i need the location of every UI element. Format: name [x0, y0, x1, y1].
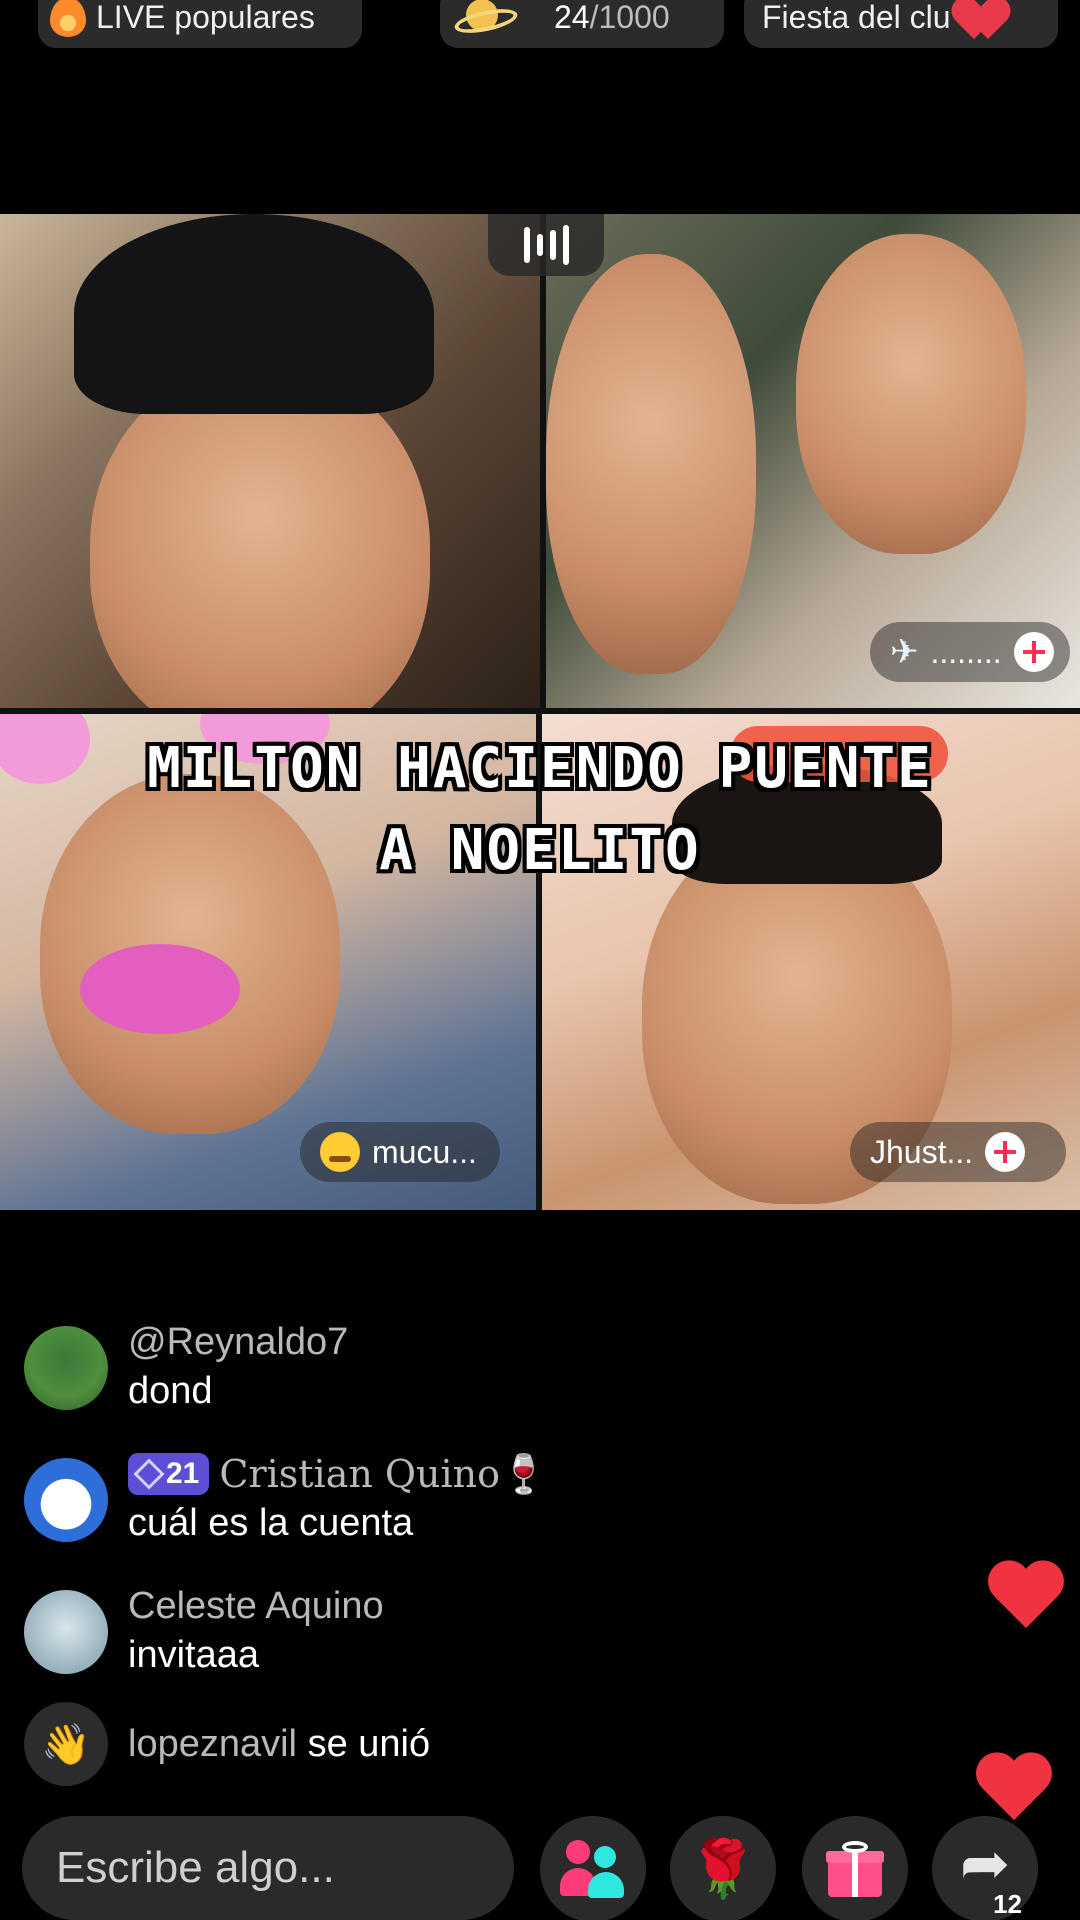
guest-tag[interactable]: ✈ ........	[870, 622, 1070, 682]
goal-counter: 24/1000	[554, 0, 670, 36]
top-bar: LIVE populares 24/1000 Fiesta del clu	[0, 0, 1080, 60]
diamond-icon	[133, 1458, 165, 1490]
goal-counter-pill[interactable]: 24/1000	[440, 0, 724, 48]
goal-count-total: /1000	[589, 0, 670, 35]
level-number: 21	[166, 1457, 200, 1490]
share-arrow-icon: ➦	[959, 1830, 1011, 1897]
guest-tag[interactable]: Jhust...	[850, 1122, 1066, 1182]
guest-tag-label: mucu...	[372, 1133, 477, 1170]
wave-hand-icon: 👋	[24, 1702, 108, 1786]
planet-icon	[454, 0, 510, 37]
overlay-caption: MILTON HACIENDO PUENTE A NOELITO	[0, 728, 1080, 892]
live-popular-pill[interactable]: LIVE populares	[38, 0, 362, 48]
bottom-bar: Escribe algo... 🌹 ➦ 12	[0, 1816, 1080, 1920]
video-tile-host[interactable]	[0, 214, 540, 708]
follow-plus-icon[interactable]	[1013, 632, 1054, 672]
guest-tag[interactable]: mucu...	[300, 1122, 500, 1182]
join-username[interactable]: lopeznavil	[128, 1723, 297, 1765]
airplane-icon: ✈	[890, 633, 919, 671]
chat-text: dond	[128, 1370, 213, 1412]
video-tile-guest-2[interactable]: ✈ ........	[546, 214, 1080, 708]
join-notice: 👋 lopeznavil se unió	[24, 1702, 430, 1786]
chat-username[interactable]: Celeste Aquino	[128, 1582, 384, 1630]
people-icon	[560, 1840, 626, 1898]
caption-line-1: MILTON HACIENDO PUENTE	[147, 736, 933, 801]
event-label: Fiesta del clu	[762, 0, 951, 35]
gift-button[interactable]	[802, 1816, 908, 1920]
heart-mascot-icon	[961, 0, 1015, 41]
gift-icon	[826, 1841, 884, 1897]
caption-line-2: A NOELITO	[379, 818, 701, 883]
guest-face	[796, 234, 1026, 554]
avatar[interactable]	[24, 1326, 108, 1410]
rose-gift-button[interactable]: 🌹	[670, 1816, 776, 1920]
multi-guest-video-grid: ✈ ........ mucu... Jhust...	[0, 214, 1080, 1210]
audio-bar	[536, 234, 543, 256]
chat-message[interactable]: @Reynaldo7 dond	[24, 1318, 348, 1416]
audio-bar	[549, 230, 556, 260]
goal-count-current: 24	[554, 0, 590, 35]
chat-message[interactable]: Celeste Aquino invitaaa	[24, 1582, 384, 1680]
follow-plus-icon[interactable]	[985, 1132, 1026, 1172]
chat-username[interactable]: @Reynaldo7	[128, 1318, 348, 1366]
live-popular-label: LIVE populares	[96, 0, 315, 35]
sneezing-face-icon	[320, 1132, 360, 1172]
audio-levels-handle[interactable]	[488, 214, 604, 276]
floating-heart-icon	[986, 1562, 1066, 1632]
guest-tag-label: Jhust...	[870, 1133, 974, 1170]
join-label: se unió	[307, 1723, 431, 1765]
guest-cap	[74, 214, 434, 414]
chat-username[interactable]: Cristian Quino🍷	[219, 1450, 547, 1498]
avatar[interactable]	[24, 1458, 108, 1542]
join-text: lopeznavil se unió	[128, 1719, 430, 1769]
chat-text: invitaaa	[128, 1634, 259, 1676]
guest-face	[90, 364, 430, 708]
comment-input[interactable]: Escribe algo...	[22, 1816, 514, 1920]
filter-snout	[80, 944, 240, 1034]
multi-guest-button[interactable]	[540, 1816, 646, 1920]
comment-input-placeholder: Escribe algo...	[56, 1843, 335, 1892]
event-pill[interactable]: Fiesta del clu	[744, 0, 1058, 48]
live-stream-screen: LIVE populares 24/1000 Fiesta del clu ✈ …	[0, 0, 1080, 1920]
rose-icon: 🌹	[688, 1837, 758, 1900]
guest-face	[546, 254, 756, 674]
share-count: 12	[993, 1889, 1022, 1919]
audio-bar	[523, 227, 530, 263]
chat-text: cuál es la cuenta	[128, 1502, 414, 1544]
floating-heart-icon	[974, 1754, 1054, 1824]
chat-message[interactable]: 21 Cristian Quino🍷 cuál es la cuenta	[24, 1450, 547, 1548]
flame-icon	[50, 0, 86, 37]
audio-bar	[562, 225, 569, 265]
avatar[interactable]	[24, 1590, 108, 1674]
share-button[interactable]: ➦ 12	[932, 1816, 1038, 1920]
chat-username-row: 21 Cristian Quino🍷	[128, 1450, 547, 1498]
guest-tag-label: ........	[930, 633, 1002, 670]
level-badge: 21	[128, 1453, 210, 1495]
